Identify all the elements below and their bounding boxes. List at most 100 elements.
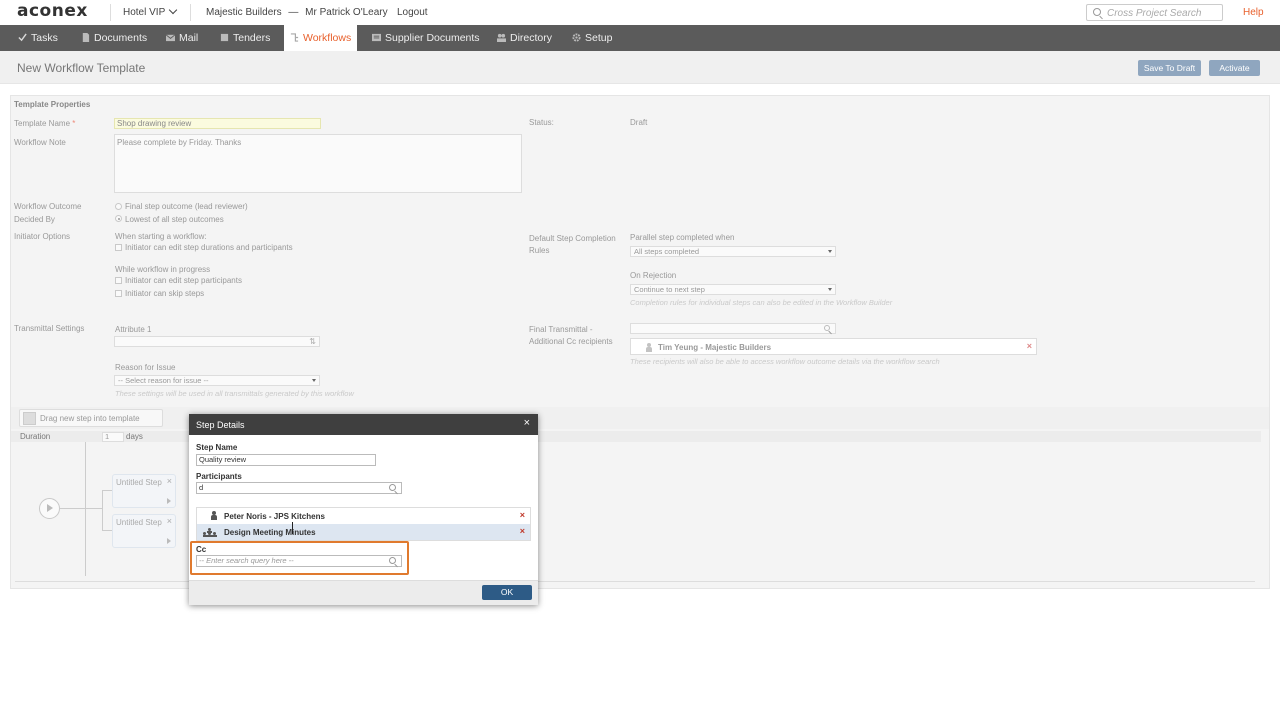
person-icon — [210, 511, 218, 520]
logout-link[interactable]: Logout — [397, 7, 428, 18]
arrow-right-icon — [167, 538, 171, 544]
search-icon — [389, 484, 396, 491]
dialog-title: Step Details — [196, 420, 245, 430]
remove-recipient-icon[interactable]: × — [1027, 341, 1032, 351]
workflow-step-1[interactable]: Untitled Step × — [112, 474, 176, 508]
nav-setup[interactable]: Setup — [572, 25, 612, 51]
aconex-logo[interactable]: aconex — [17, 1, 88, 21]
close-icon[interactable]: × — [167, 476, 172, 486]
outcome-radio-lowest[interactable] — [115, 215, 122, 222]
organization-name: Majestic Builders — [206, 7, 282, 18]
template-name-input[interactable]: Shop drawing review — [114, 118, 321, 129]
people-icon — [497, 33, 506, 42]
workflow-step-2[interactable]: Untitled Step × — [112, 514, 176, 548]
save-to-draft-button[interactable]: Save To Draft — [1138, 60, 1201, 76]
transmittal-note: These settings will be used in all trans… — [115, 389, 354, 398]
cc-recipient-name: Tim Yeung - Majestic Builders — [658, 343, 772, 352]
nav-supplier-documents[interactable]: Supplier Documents — [372, 25, 480, 51]
duration-input[interactable]: 1 — [102, 432, 124, 442]
top-bar: aconex Hotel VIP Majestic Builders — Mr … — [0, 0, 1280, 25]
user-info: Majestic Builders — Mr Patrick O'Leary — [206, 7, 388, 18]
outcome-label-2: Decided By — [14, 215, 55, 224]
nav-label: Directory — [510, 32, 553, 44]
attribute-input[interactable]: ⇅ — [114, 336, 320, 347]
participants-query: d — [199, 483, 204, 492]
close-icon[interactable]: × — [524, 417, 530, 429]
cross-project-search-input[interactable]: Cross Project Search — [1086, 4, 1223, 21]
nav-documents[interactable]: Documents — [81, 25, 147, 51]
participants-search-input[interactable]: d — [196, 482, 402, 494]
nav-label: Supplier Documents — [385, 32, 480, 44]
person-icon — [645, 343, 653, 352]
completion-note: Completion rules for individual steps ca… — [630, 298, 893, 307]
help-link[interactable]: Help — [1243, 7, 1264, 18]
nav-label: Tenders — [233, 32, 271, 44]
edit-participants-checkbox[interactable] — [115, 277, 122, 284]
connector — [102, 490, 103, 530]
parallel-select[interactable]: All steps completed — [630, 246, 836, 257]
skip-steps-label: Initiator can skip steps — [125, 289, 205, 298]
final-transmittal-label: Final Transmittal - — [529, 325, 593, 334]
chevron-down-icon — [169, 5, 178, 15]
when-starting-label: When starting a workflow: — [115, 232, 207, 241]
skip-steps-checkbox[interactable] — [115, 290, 122, 297]
connector — [60, 508, 102, 509]
reason-label: Reason for Issue — [115, 363, 176, 372]
template-name-label: Template Name * — [14, 119, 75, 128]
close-icon[interactable]: × — [167, 516, 172, 526]
outcome-option-lowest: Lowest of all step outcomes — [125, 215, 224, 224]
user-name: Mr Patrick O'Leary — [305, 7, 388, 18]
select-value: Continue to next step — [634, 285, 705, 294]
supplier-icon — [372, 33, 381, 42]
nav-label: Workflows — [303, 32, 352, 44]
activate-button[interactable]: Activate — [1209, 60, 1260, 76]
nav-mail[interactable]: Mail — [166, 25, 198, 51]
nav-directory[interactable]: Directory — [497, 25, 552, 51]
arrow-right-icon — [167, 498, 171, 504]
step-name-label: Step Name — [196, 443, 238, 452]
start-icon — [39, 498, 60, 519]
remove-participant-icon[interactable]: × — [520, 526, 525, 536]
cc-recipient-search-input[interactable] — [630, 323, 836, 334]
edit-durations-label: Initiator can edit step durations and pa… — [125, 243, 293, 252]
reason-select[interactable]: -- Select reason for issue -- — [114, 375, 320, 386]
status-value: Draft — [630, 118, 648, 127]
step-title: Untitled Step — [116, 518, 162, 527]
step-details-dialog: Step Details × Step Name Quality review … — [189, 414, 538, 605]
status-label: Status: — [529, 118, 554, 127]
user-separator: — — [288, 7, 299, 18]
nav-tasks[interactable]: Tasks — [18, 25, 58, 51]
dropdown-arrow-icon — [828, 288, 832, 291]
section-title: Template Properties — [14, 100, 91, 109]
workflow-note-textarea[interactable]: Please complete by Friday. Thanks — [114, 134, 522, 193]
outcome-option-final: Final step outcome (lead reviewer) — [125, 202, 248, 211]
participant-name: Peter Noris - JPS Kitchens — [224, 512, 325, 521]
edit-durations-checkbox[interactable] — [115, 244, 122, 251]
transmittal-settings-label: Transmittal Settings — [14, 324, 85, 333]
outcome-radio-final[interactable] — [115, 203, 122, 210]
page-title: New Workflow Template — [17, 61, 146, 75]
dropdown-arrow-icon — [828, 250, 832, 253]
participant-row[interactable]: Design Meeting Minutes × — [197, 524, 530, 540]
connector — [102, 490, 112, 491]
label-text: Template Name — [14, 119, 71, 128]
project-selector[interactable]: Hotel VIP — [123, 5, 178, 18]
dialog-header: Step Details × — [189, 414, 538, 435]
nav-workflows[interactable]: Workflows — [284, 25, 358, 51]
parallel-label: Parallel step completed when — [630, 233, 735, 242]
page-header: New Workflow Template Save To Draft Acti… — [0, 51, 1280, 84]
participant-row[interactable]: Peter Noris - JPS Kitchens × — [197, 508, 530, 524]
default-rules-label: Default Step Completion — [529, 234, 616, 243]
edit-participants-label: Initiator can edit step participants — [125, 276, 242, 285]
nav-label: Documents — [94, 32, 148, 44]
select-value: All steps completed — [634, 247, 700, 256]
tender-icon — [220, 33, 229, 42]
drag-new-step-button[interactable]: Drag new step into template — [19, 409, 163, 427]
step-name-input[interactable]: Quality review — [196, 454, 376, 466]
nav-tenders[interactable]: Tenders — [220, 25, 270, 51]
on-rejection-select[interactable]: Continue to next step — [630, 284, 836, 295]
remove-participant-icon[interactable]: × — [520, 510, 525, 520]
new-step-icon — [23, 412, 36, 425]
ok-button[interactable]: OK — [482, 585, 532, 600]
participants-list: Peter Noris - JPS Kitchens × Design Meet… — [196, 507, 531, 541]
